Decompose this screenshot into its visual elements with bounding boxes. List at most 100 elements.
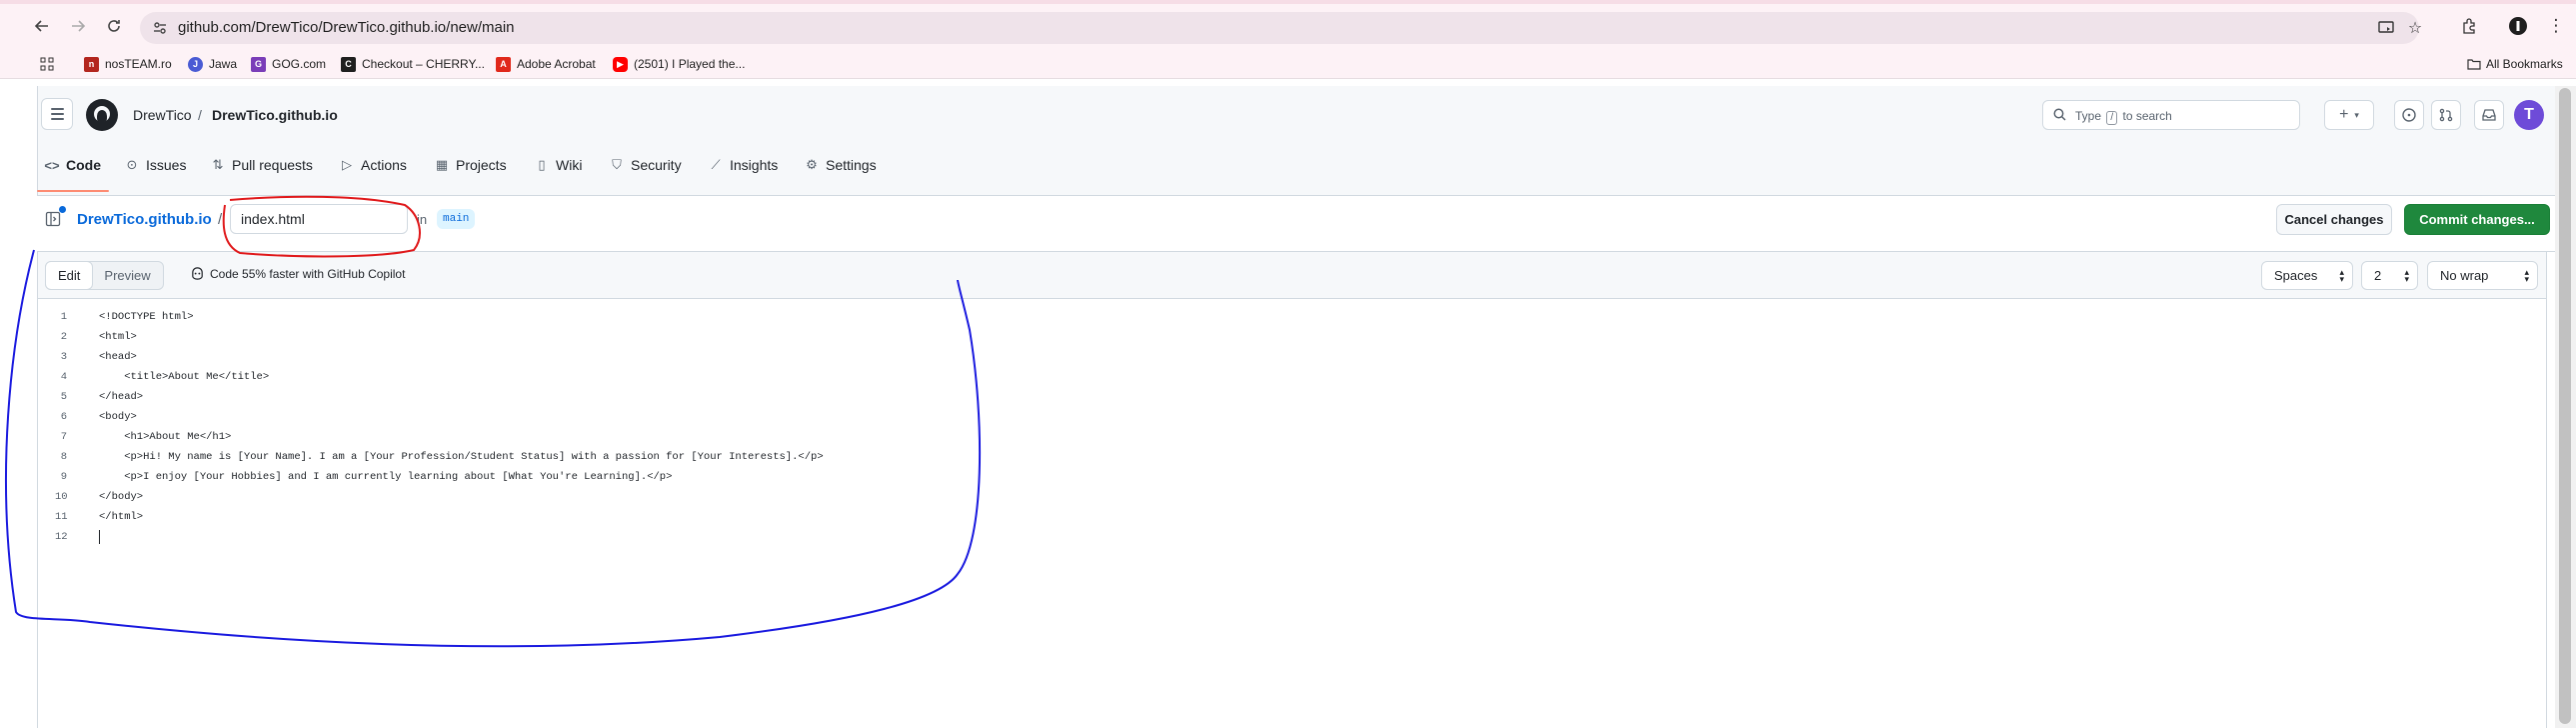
breadcrumb-owner[interactable]: DrewTico [133,107,192,123]
code-text: <body> [99,411,137,423]
branch-badge: main [437,209,476,229]
path-separator: / [218,211,223,228]
page-scrollbar[interactable] [2555,86,2576,728]
bookmark-item[interactable]: C Checkout – CHERRY... [341,55,485,73]
code-icon: <> [44,157,60,173]
site-settings-icon[interactable] [150,18,170,38]
cast-icon[interactable] [2376,18,2396,38]
code-line[interactable]: 6 <body> [37,407,1237,427]
code-text: <html> [99,331,137,343]
wrap-mode-select[interactable]: No wrap ▴ ▾ [2427,261,2538,290]
issue-icon [2402,108,2416,122]
code-line[interactable]: 7 <h1>About Me</h1> [37,427,1237,447]
bookmark-item[interactable]: A Adobe Acrobat [496,55,596,73]
tab-projects[interactable]: ▦ Projects [435,148,507,182]
code-line[interactable]: 11 </html> [37,507,1237,527]
line-number: 8 [60,451,67,463]
code-line[interactable]: 8 <p>Hi! My name is [Your Name]. I am a … [37,447,1237,467]
line-number: 11 [55,511,68,523]
tab-settings[interactable]: ⚙ Settings [805,148,876,182]
create-new-button[interactable]: + ▾ [2324,100,2374,130]
code-line[interactable]: 4 <title>About Me</title> [37,367,1237,387]
filename-input[interactable] [230,204,408,234]
tab-actions[interactable]: ▷ Actions [340,148,407,182]
in-label: in [417,212,428,227]
line-number: 4 [60,371,67,383]
edit-preview-toggle: Edit Preview [45,261,164,290]
line-number: 6 [60,411,67,423]
code-line[interactable]: 3 <head> [37,347,1237,367]
bookmark-item[interactable]: G GOG.com [251,55,326,73]
bookmark-star-icon[interactable]: ☆ [2405,18,2425,38]
apps-grid-icon[interactable] [40,55,54,73]
address-bar[interactable]: github.com/DrewTico/DrewTico.github.io/n… [140,12,2422,44]
browser-menu-icon[interactable]: ⋮ [2544,14,2568,38]
notification-dot [59,206,66,213]
code-text: <title>About Me</title> [99,371,270,383]
code-line[interactable]: 1 <!DOCTYPE html> [37,307,1237,327]
indent-size-select[interactable]: 2 ▴ ▾ [2361,261,2418,290]
line-number: 5 [60,391,67,403]
extensions-icon[interactable] [2457,14,2481,38]
shield-icon: ⛉ [612,157,622,172]
code-line[interactable]: 9 <p>I enjoy [Your Hobbies] and I am cur… [37,467,1237,487]
tab-issues[interactable]: ⊙ Issues [125,148,187,182]
bookmark-item[interactable]: ▶ (2501) I Played the... [613,55,745,73]
repo-root-link[interactable]: DrewTico.github.io [77,211,212,228]
copilot-promo-link[interactable]: Code 55% faster with GitHub Copilot [190,266,405,281]
code-text: </html> [99,511,144,523]
menu-button[interactable] [41,98,73,130]
code-line[interactable]: 10 </body> [37,487,1237,507]
plus-icon: + [2339,106,2349,123]
code-line[interactable]: 12 [37,527,1237,547]
breadcrumb-separator: / [198,107,202,123]
issues-button[interactable] [2394,100,2424,130]
gear-icon: ⚙ [806,157,818,172]
scrollbar-thumb[interactable] [2559,88,2571,724]
code-text: <p>Hi! My name is [Your Name]. I am a [Y… [99,451,824,463]
pull-requests-button[interactable] [2431,100,2461,130]
code-line[interactable]: 5 </head> [37,387,1237,407]
tab-pull-requests[interactable]: ⇅ Pull requests [211,148,313,182]
bookmark-favicon-icon: ▶ [613,56,628,72]
github-logo-icon[interactable] [86,99,118,131]
forward-icon[interactable] [64,12,92,40]
tab-insights[interactable]: ⟋ Insights [709,148,778,182]
line-number: 1 [60,311,67,323]
pull-request-icon [2439,108,2453,122]
search-input[interactable]: Type / to search [2042,100,2300,130]
tab-security[interactable]: ⛉ Security [610,148,681,182]
bookmark-item[interactable]: n nosTEAM.ro [84,55,172,73]
commit-changes-button[interactable]: Commit changes... [2404,204,2550,235]
tab-wiki[interactable]: ▯ Wiki [535,148,582,182]
table-icon: ▦ [435,157,449,172]
reload-icon[interactable] [100,12,128,40]
select-arrows-icon: ▴ ▾ [2404,267,2409,284]
line-number: 12 [55,531,68,543]
back-icon[interactable] [28,12,56,40]
bookmark-favicon-icon: J [188,56,203,72]
cancel-changes-button[interactable]: Cancel changes [2276,204,2392,235]
code-text: </head> [99,391,144,403]
line-number: 3 [60,351,67,363]
bookmark-item[interactable]: J Jawa [188,55,237,73]
graph-icon: ⟋ [711,157,721,172]
code-line[interactable]: 2 <html> [37,327,1237,347]
inbox-button[interactable] [2474,100,2504,130]
copilot-icon [192,267,203,280]
file-tree-toggle[interactable] [42,206,66,230]
breadcrumb-repo[interactable]: DrewTico.github.io [212,107,338,123]
code-text: <h1>About Me</h1> [99,431,232,443]
browser-toolbar: github.com/DrewTico/DrewTico.github.io/n… [0,4,2576,49]
all-bookmarks[interactable]: All Bookmarks [2467,55,2563,73]
edit-tab[interactable]: Edit [45,261,94,290]
select-arrows-icon: ▴ ▾ [2524,267,2529,284]
tab-code[interactable]: <> Code [37,148,109,192]
select-arrows-icon: ▴ ▾ [2339,267,2344,284]
profile-icon[interactable] [2506,14,2530,38]
search-placeholder: Type / to search [2075,109,2172,125]
user-avatar[interactable]: T [2514,100,2544,130]
indent-mode-select[interactable]: Spaces ▴ ▾ [2261,261,2353,290]
preview-tab[interactable]: Preview [92,262,162,289]
url-text[interactable]: github.com/DrewTico/DrewTico.github.io/n… [178,19,515,36]
